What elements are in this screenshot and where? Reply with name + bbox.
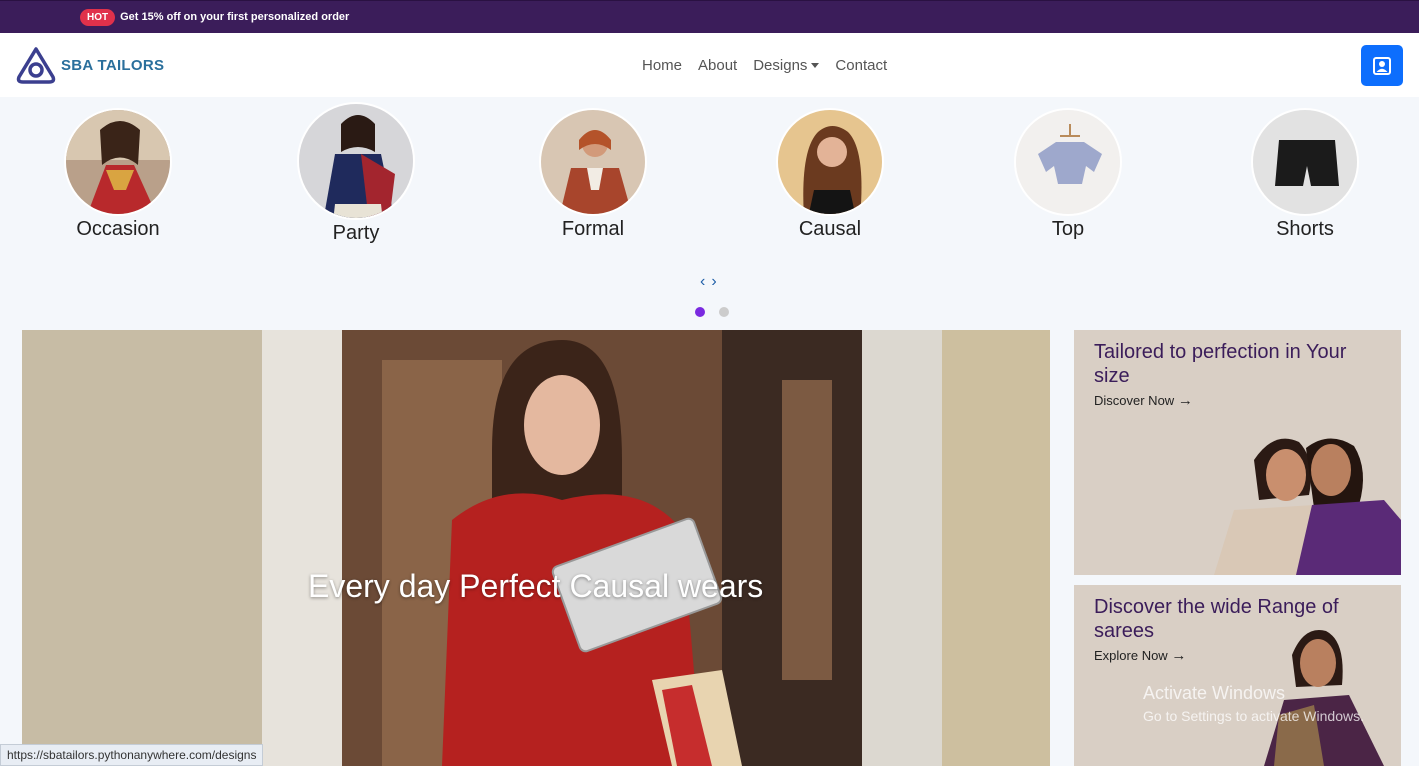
promo-card-tailored[interactable]: Tailored to perfection in Your size Disc… (1074, 330, 1401, 575)
category-shorts-image (1251, 108, 1359, 216)
promo-card-title: Discover the wide Range of sarees (1094, 596, 1339, 642)
category-label: Causal (798, 218, 862, 240)
category-carousel: Occasion Party Formal Causal Top Shorts … (0, 97, 1419, 327)
carousel-arrows: ‹› (700, 273, 723, 291)
explore-now-link[interactable]: Explore Now → (1094, 647, 1186, 664)
category-causal[interactable]: Causal (750, 108, 910, 241)
nav-contact[interactable]: Contact (835, 57, 887, 74)
category-label: Occasion (76, 218, 160, 240)
promo-card-sarees[interactable]: Discover the wide Range of sarees Explor… (1074, 585, 1401, 766)
chevron-left-icon[interactable]: ‹ (700, 273, 711, 290)
discover-now-link[interactable]: Discover Now → (1094, 392, 1193, 409)
nav-menu: Home About Designs Contact (642, 33, 887, 97)
promo-text: Get 15% off on your first personalized o… (120, 11, 350, 23)
carousel-indicators (695, 307, 729, 317)
chevron-down-icon (811, 62, 820, 68)
navbar: SBA TAILORS Home About Designs Contact (0, 33, 1419, 97)
category-occasion-image (64, 108, 172, 216)
nav-home[interactable]: Home (642, 57, 682, 74)
windows-watermark-title: Activate Windows (1143, 683, 1286, 703)
category-label: Top (1051, 218, 1085, 240)
promo-card-title: Tailored to perfection in Your size (1094, 341, 1347, 387)
windows-watermark-subtitle: Go to Settings to activate Windows. (1143, 708, 1364, 724)
promo-topbar: HOT Get 15% off on your first personaliz… (0, 0, 1419, 33)
hero-banner[interactable]: Every day Perfect Causal wears (22, 330, 1050, 766)
category-top[interactable]: Top (988, 108, 1148, 241)
nav-designs-dropdown[interactable]: Designs (753, 56, 820, 74)
category-causal-image (776, 108, 884, 216)
category-label: Shorts (1276, 218, 1334, 240)
hero-image (22, 330, 1050, 766)
brand-logo-icon (16, 47, 56, 84)
category-formal-image (539, 108, 647, 216)
category-party-image (297, 102, 415, 220)
chevron-right-icon[interactable]: › (711, 273, 722, 290)
brand-logo-link[interactable]: SBA TAILORS (15, 45, 164, 85)
user-profile-icon (1373, 56, 1391, 75)
category-label: Party (332, 222, 380, 244)
category-shorts[interactable]: Shorts (1225, 108, 1385, 241)
status-bar-url: https://sbatailors.pythonanywhere.com/de… (0, 744, 264, 766)
carousel-dot-1[interactable] (695, 307, 705, 317)
category-top-image (1014, 108, 1122, 216)
hot-badge: HOT (80, 8, 116, 26)
nav-designs-label: Designs (753, 56, 808, 74)
arrow-right-icon: → (1177, 392, 1193, 409)
arrow-right-icon: → (1171, 647, 1187, 664)
brand-name: SBA TAILORS (61, 56, 165, 74)
category-formal[interactable]: Formal (513, 108, 673, 241)
carousel-dot-2[interactable] (719, 307, 729, 317)
category-occasion[interactable]: Occasion (38, 108, 198, 241)
nav-about[interactable]: About (698, 57, 737, 74)
hero-caption: Every day Perfect Causal wears (308, 568, 764, 604)
category-party[interactable]: Party (276, 102, 436, 245)
explore-now-label: Explore Now (1094, 648, 1168, 663)
category-label: Formal (561, 218, 625, 240)
discover-now-label: Discover Now (1094, 393, 1175, 408)
profile-button[interactable] (1361, 45, 1403, 86)
